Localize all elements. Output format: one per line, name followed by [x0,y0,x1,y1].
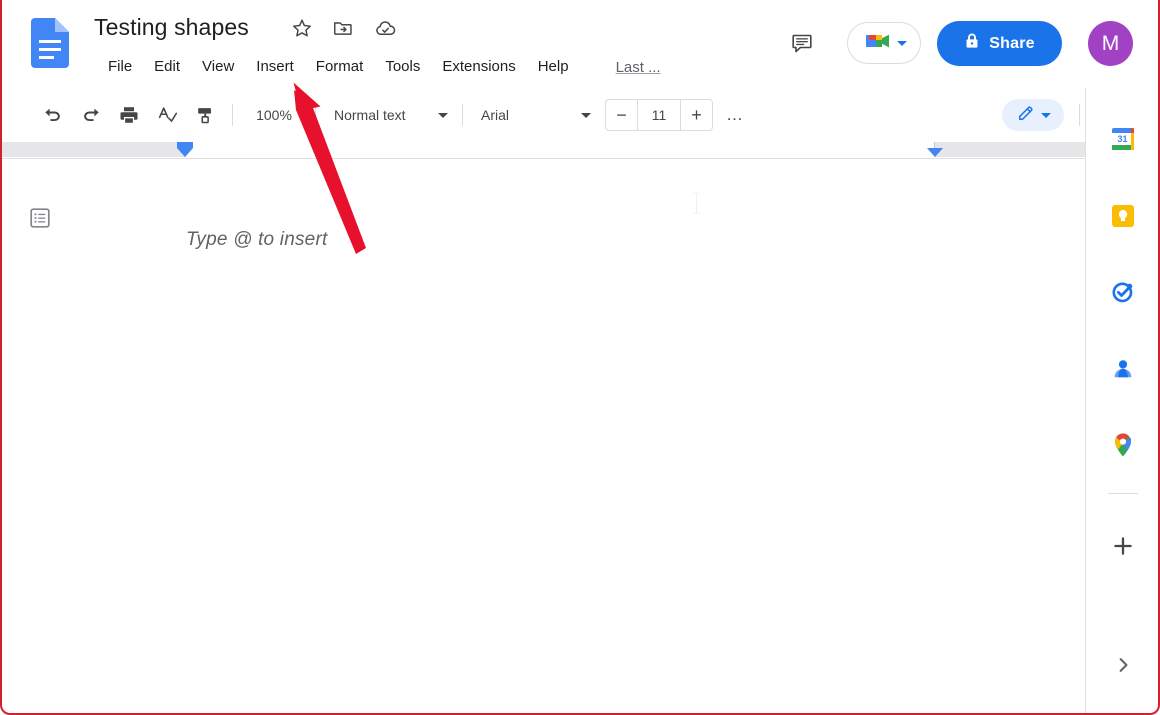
share-button[interactable]: Share [937,21,1062,66]
share-button-label: Share [989,34,1035,52]
menu-item-help[interactable]: Help [527,54,580,80]
menu-item-file[interactable]: File [97,54,143,80]
side-panel: 31 [1085,88,1160,715]
ruler[interactable] [0,142,1085,159]
header-bar: Testing shapes File Edit View Insert For… [0,0,1160,88]
google-calendar-icon: 31 [1110,126,1136,157]
paragraph-style-value: Normal text [334,107,406,123]
google-maps-icon [1111,432,1135,463]
menu-item-tools[interactable]: Tools [374,54,431,80]
sidebar-item-contacts[interactable] [1108,356,1138,386]
google-meet-button[interactable] [847,22,921,64]
document-title-block: Testing shapes [94,12,249,42]
expand-side-panel-button[interactable] [1108,650,1138,680]
avatar[interactable]: M [1088,21,1133,66]
editing-mode-button[interactable] [1002,99,1064,131]
sidebar-item-tasks[interactable] [1108,279,1138,309]
toolbar-divider [315,104,316,126]
ruler-track [185,142,935,157]
toolbar-divider [1079,104,1080,126]
sidebar-item-keep[interactable] [1108,203,1138,233]
print-icon[interactable] [114,100,144,130]
undo-icon[interactable] [38,100,68,130]
menu-item-extensions[interactable]: Extensions [431,54,526,80]
paint-format-icon[interactable] [190,100,220,130]
cloud-saved-icon[interactable] [373,16,397,40]
star-icon[interactable] [290,16,314,40]
sidebar-divider [1108,493,1138,494]
ruler-left-margin [0,142,185,157]
paragraph-style-select[interactable]: Normal text [324,100,454,130]
add-side-app-button[interactable] [1108,531,1138,561]
increase-font-size-button[interactable]: + [681,100,712,130]
text-caret-icon [692,192,701,214]
chevron-down-icon [438,112,448,118]
sidebar-item-calendar[interactable]: 31 [1108,126,1138,156]
toolbar-divider [232,104,233,126]
google-tasks-icon [1110,279,1136,310]
google-contacts-icon [1110,356,1136,387]
decrease-font-size-button[interactable]: − [606,100,637,130]
sidebar-item-maps[interactable] [1108,432,1138,462]
chevron-down-icon [581,112,591,118]
insert-placeholder-text: Type @ to insert [186,229,328,250]
google-meet-icon [862,29,892,58]
lock-icon [964,32,980,55]
menu-item-view[interactable]: View [191,54,245,80]
last-edit-link[interactable]: Last ... [616,59,661,76]
menu-item-format[interactable]: Format [305,54,375,80]
toolbar-divider [462,104,463,126]
font-family-select[interactable]: Arial [471,100,599,130]
left-indent-marker[interactable] [177,148,193,157]
edit-pencil-icon [1016,103,1036,128]
font-size-input[interactable]: 11 [637,100,681,130]
document-canvas[interactable]: Type @ to insert [0,159,1085,715]
ruler-right-margin [935,142,1085,157]
redo-icon[interactable] [76,100,106,130]
comment-history-icon[interactable] [786,27,818,59]
right-indent-marker[interactable] [927,148,943,157]
google-docs-window: Testing shapes File Edit View Insert For… [0,0,1160,715]
font-size-stepper: − 11 + [605,99,713,131]
formatting-toolbar: 100% Normal text Arial − 11 + … [0,88,1085,142]
menu-item-edit[interactable]: Edit [143,54,191,80]
chevron-down-icon [1040,112,1051,118]
font-family-value: Arial [481,107,510,123]
move-to-folder-icon[interactable] [331,16,355,40]
svg-text:31: 31 [1117,134,1127,144]
menu-item-insert[interactable]: Insert [245,54,305,80]
zoom-control[interactable]: 100% [241,100,307,130]
google-keep-icon [1110,203,1136,234]
document-title[interactable]: Testing shapes [94,12,249,42]
menu-bar: File Edit View Insert Format Tools Exten… [97,54,661,80]
spellcheck-icon[interactable] [152,100,182,130]
chevron-down-icon [896,40,907,46]
more-toolbar-options-button[interactable]: … [719,100,751,130]
document-outline-icon[interactable] [27,205,53,231]
google-docs-logo-icon[interactable] [31,18,69,68]
